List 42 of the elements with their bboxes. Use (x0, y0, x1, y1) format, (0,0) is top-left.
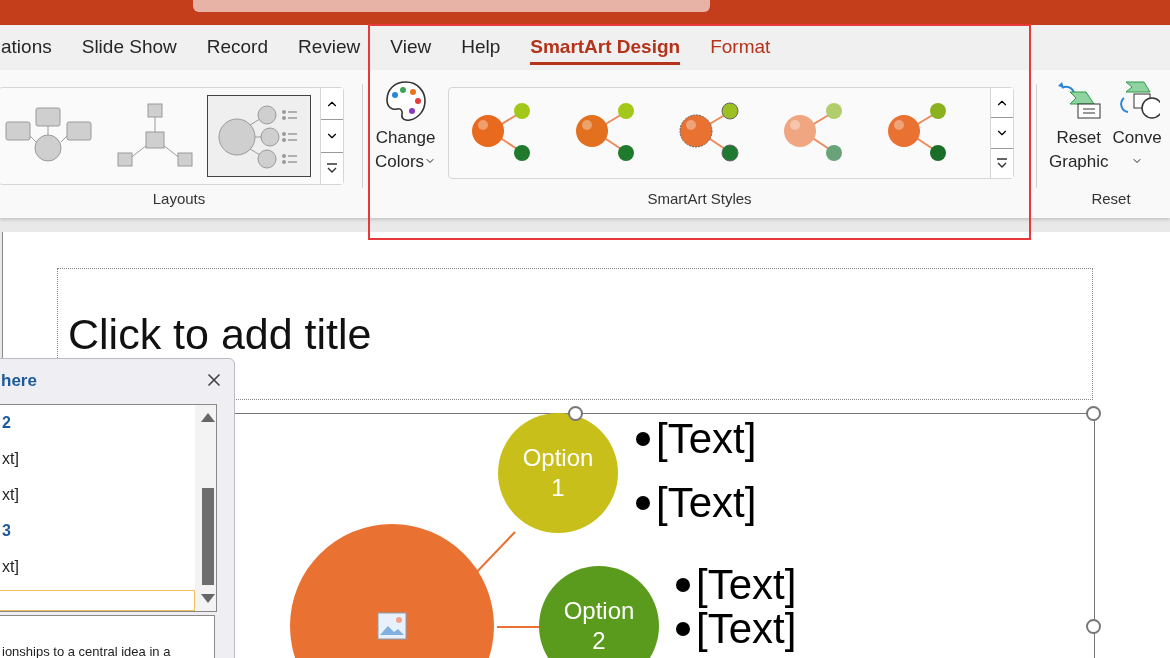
bullet-text[interactable]: [Text] (636, 416, 757, 462)
ribbon-tab[interactable]: View (390, 30, 432, 65)
bullet-text[interactable]: [Text] (676, 562, 797, 608)
group-label: Layouts (151, 190, 207, 209)
resize-handle[interactable] (1086, 619, 1101, 634)
scroll-down-button[interactable] (321, 120, 343, 153)
text-entry[interactable]: xt] (2, 441, 196, 477)
text-entry[interactable]: 3 (2, 513, 196, 549)
expand-icon (996, 157, 1009, 170)
scroll-down-button[interactable] (991, 118, 1014, 149)
change-colors-button[interactable]: Change Colors (371, 80, 441, 174)
option-label: Option 2 (562, 596, 636, 656)
gallery-more-button[interactable] (321, 152, 343, 184)
resize-handle[interactable] (1086, 406, 1101, 421)
layout-description: ionships to a central idea in a (0, 615, 215, 658)
ribbon-tab[interactable]: SmartArt Design (530, 30, 681, 65)
gallery-more-button[interactable] (991, 148, 1014, 178)
scrollbar[interactable] (195, 405, 216, 611)
option-label: Option 1 (521, 443, 595, 503)
scroll-up-button[interactable] (991, 88, 1014, 119)
bullet-text[interactable]: [Text] (636, 480, 757, 526)
resize-handle[interactable] (568, 406, 583, 421)
expand-icon (326, 162, 338, 175)
picture-icon (377, 612, 407, 640)
pane-title: here (1, 371, 37, 391)
palette-icon (384, 80, 427, 122)
ribbon-tab[interactable]: Slide Show (81, 30, 177, 65)
ribbon-tab[interactable]: Help (461, 30, 501, 65)
text-entry[interactable]: xt] (2, 549, 196, 585)
connector-line (497, 625, 541, 629)
text-entry[interactable]: xt] (2, 477, 196, 513)
ribbon-tab[interactable]: Record (206, 30, 268, 65)
ribbon-tab[interactable]: ations (1, 30, 52, 65)
ribbon-tab[interactable]: Format (710, 30, 771, 65)
scroll-up-button[interactable] (321, 88, 343, 121)
layout-option[interactable] (207, 95, 311, 177)
group-label: Reset (1090, 190, 1132, 209)
active-entry-field[interactable] (0, 590, 196, 611)
ribbon-tab[interactable]: Review (298, 30, 361, 65)
group-label: SmartArt Styles (646, 190, 753, 209)
text-entry[interactable]: 2 (2, 405, 196, 441)
layout-thumbnail-icon (115, 103, 195, 169)
